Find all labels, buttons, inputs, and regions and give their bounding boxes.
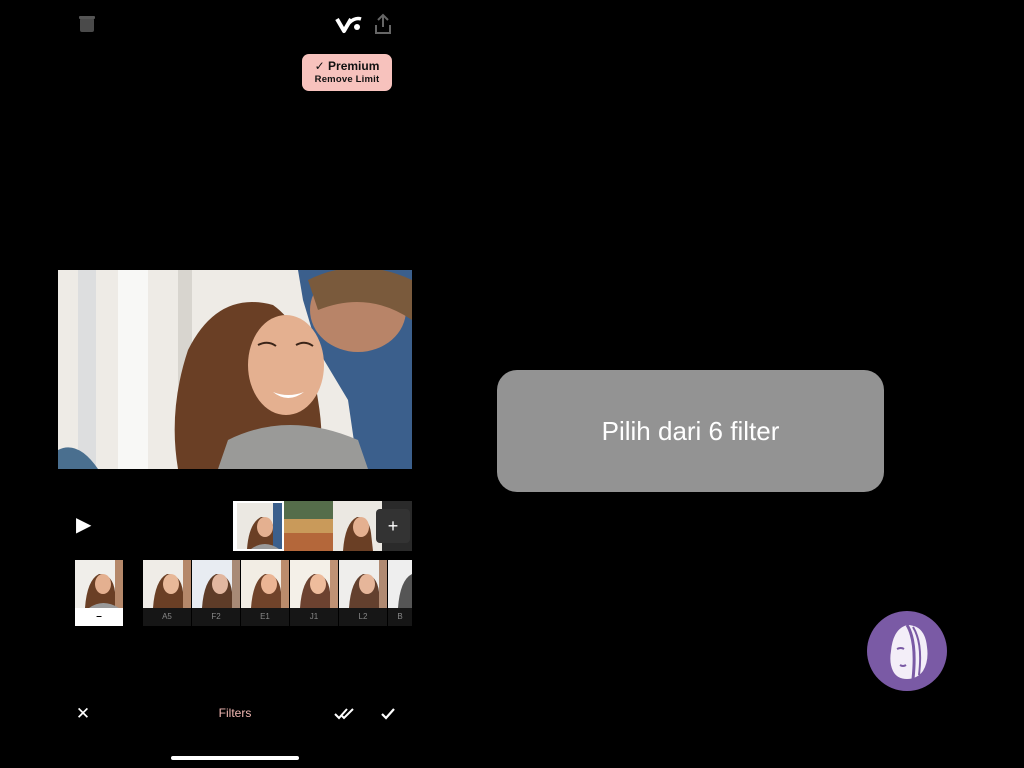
timeline-strip[interactable]: + bbox=[233, 501, 412, 551]
filter-label: J1 bbox=[290, 608, 338, 626]
home-indicator bbox=[171, 756, 299, 760]
filter-label: – bbox=[75, 608, 123, 626]
filter-e1[interactable]: E1 bbox=[241, 560, 289, 626]
premium-button[interactable]: ✓ Premium Remove Limit bbox=[302, 54, 392, 91]
filter-f2[interactable]: F2 bbox=[192, 560, 240, 626]
filter-none[interactable]: – bbox=[75, 560, 123, 626]
vllo-mini-icon: ✓ bbox=[314, 59, 325, 73]
vllo-logo-icon[interactable] bbox=[334, 12, 364, 36]
filter-label: L2 bbox=[339, 608, 387, 626]
add-clip-icon[interactable]: + bbox=[376, 509, 410, 543]
check-icon[interactable] bbox=[378, 703, 398, 725]
panel-title: Filters bbox=[218, 706, 252, 720]
caption-text: Pilih dari 6 filter bbox=[601, 415, 780, 446]
filter-thumbnail bbox=[241, 560, 289, 608]
filter-label: B bbox=[388, 608, 412, 626]
face-logo-icon bbox=[867, 611, 947, 691]
trash-icon[interactable] bbox=[76, 12, 98, 36]
filter-thumbnail bbox=[143, 560, 191, 608]
close-icon[interactable]: ✕ bbox=[74, 704, 92, 724]
filter-a5[interactable]: A5 bbox=[143, 560, 191, 626]
timeline-clip-3[interactable] bbox=[333, 501, 382, 551]
caption-card: Pilih dari 6 filter bbox=[497, 370, 884, 492]
filter-label: A5 bbox=[143, 608, 191, 626]
remove-limit-label: Remove Limit bbox=[314, 74, 380, 85]
filter-label: E1 bbox=[241, 608, 289, 626]
filter-thumbnail bbox=[192, 560, 240, 608]
filter-l2[interactable]: L2 bbox=[339, 560, 387, 626]
filter-thumbnail bbox=[388, 560, 412, 608]
double-check-icon[interactable] bbox=[333, 703, 357, 725]
premium-label: Premium bbox=[328, 59, 380, 73]
filter-b[interactable]: B bbox=[388, 560, 412, 626]
filter-j1[interactable]: J1 bbox=[290, 560, 338, 626]
video-preview[interactable] bbox=[58, 270, 412, 469]
filter-thumbnail bbox=[75, 560, 123, 608]
filter-thumbnail bbox=[290, 560, 338, 608]
timeline-clip-1[interactable] bbox=[235, 501, 284, 551]
timeline-clip-2[interactable] bbox=[284, 501, 333, 551]
share-icon[interactable] bbox=[372, 11, 394, 37]
filter-thumbnail bbox=[339, 560, 387, 608]
play-icon[interactable]: ▶ bbox=[76, 514, 96, 536]
filter-label: F2 bbox=[192, 608, 240, 626]
